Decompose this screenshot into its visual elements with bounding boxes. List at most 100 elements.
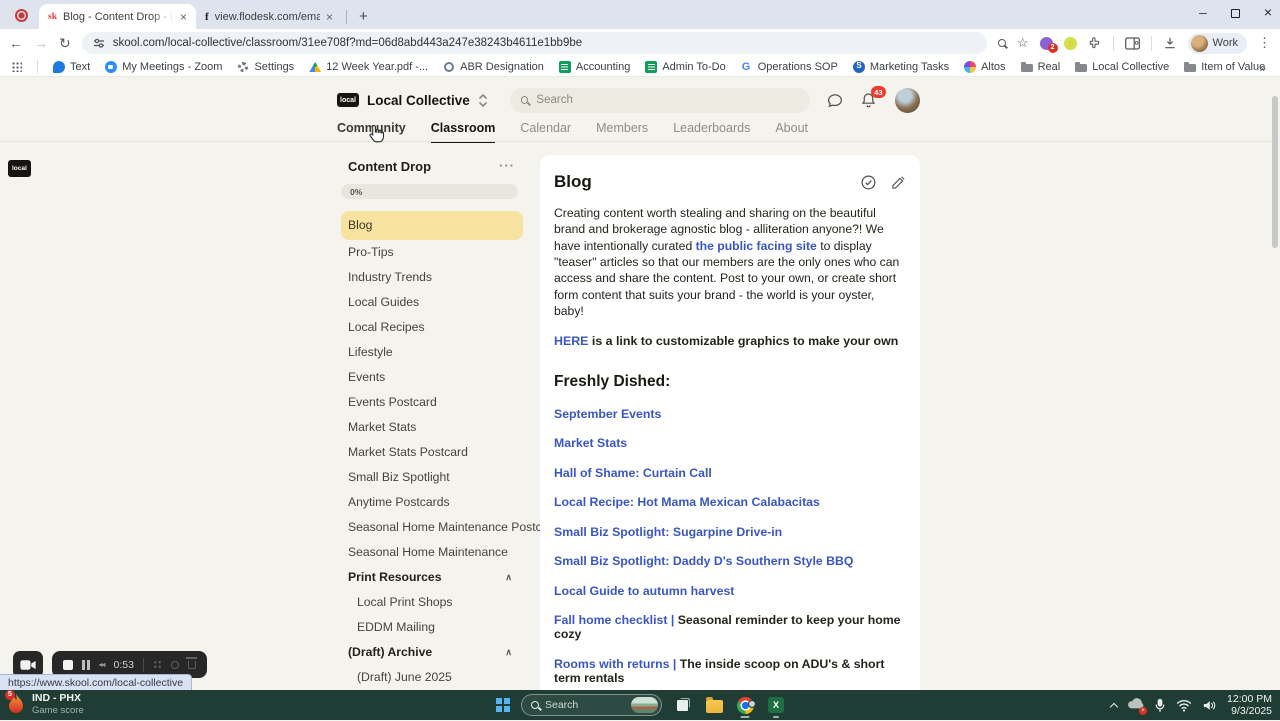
taskbar-clock[interactable]: 12:00 PM 9/3/2025 <box>1227 693 1272 718</box>
article-link[interactable]: Local Recipe: Hot Mama Mexican Calabacit… <box>554 495 820 509</box>
lesson-item[interactable]: Seasonal Home Maintenance <box>341 540 523 565</box>
bookmark-admin-to-do[interactable]: Admin To-Do <box>645 60 726 73</box>
bookmark-text[interactable]: Text <box>53 60 90 73</box>
bookmark-item-of-value[interactable]: Item of Value <box>1184 61 1265 73</box>
bookmark-operations-sop[interactable]: Operations SOP <box>741 61 838 73</box>
lesson-item[interactable]: Blog <box>341 211 523 240</box>
bookmark-abr-designation[interactable]: ABR Designation <box>443 61 544 73</box>
article-link[interactable]: Hall of Shame: Curtain Call <box>554 466 712 480</box>
start-button[interactable] <box>496 698 510 712</box>
lesson-item[interactable]: EDDM Mailing <box>341 615 523 640</box>
lesson-item[interactable]: (Draft) June 2025 <box>341 665 523 690</box>
browser-tab-inactive[interactable]: f view.flodesk.com/emails/68a6a <box>196 4 342 29</box>
lesson-item[interactable]: (Draft) Archive <box>341 640 523 665</box>
nav-tab[interactable]: About <box>775 121 808 143</box>
chrome-taskbar-button[interactable] <box>735 691 756 719</box>
lesson-item[interactable]: Events <box>341 365 523 390</box>
nav-tab[interactable]: Classroom <box>430 121 496 143</box>
bookmark-accounting[interactable]: Accounting <box>558 60 630 73</box>
lesson-item[interactable]: Anytime Postcards <box>341 490 523 515</box>
lesson-item[interactable]: Local Recipes <box>341 315 523 340</box>
bookmark-12-week-year-pdf[interactable]: 12 Week Year.pdf -... <box>309 61 428 73</box>
apps-grid-icon[interactable] <box>11 61 22 72</box>
pause-recording-icon[interactable] <box>82 659 90 670</box>
browser-profile-chip[interactable]: Work <box>1187 32 1247 54</box>
lesson-item[interactable]: Small Biz Spotlight <box>341 465 523 490</box>
task-view-button[interactable] <box>673 691 693 719</box>
article-link[interactable]: Small Biz Spotlight: Sugarpine Drive-in <box>554 525 782 539</box>
lesson-item[interactable]: Market Stats <box>341 415 523 440</box>
lesson-item[interactable]: Local Print Shops <box>341 590 523 615</box>
community-switcher-icon[interactable] <box>478 93 488 108</box>
bookmark-settings[interactable]: Settings <box>237 61 294 73</box>
lesson-item[interactable]: Local Guides <box>341 290 523 315</box>
taskbar-search-input[interactable] <box>545 699 623 711</box>
chat-button[interactable] <box>826 92 844 109</box>
bookmark-marketing-tasks[interactable]: Marketing Tasks <box>852 60 949 73</box>
community-name[interactable]: Local Collective <box>367 93 470 108</box>
here-link[interactable]: HERE <box>554 334 588 348</box>
lesson-item[interactable]: Market Stats Postcard <box>341 440 523 465</box>
reload-button[interactable]: ↻ <box>59 36 71 50</box>
site-settings-icon[interactable] <box>93 37 105 49</box>
wifi-icon[interactable] <box>1176 699 1192 712</box>
url-bar[interactable]: skool.com/local-collective/classroom/31e… <box>81 32 987 54</box>
bookmark-my-meetings-zoom[interactable]: My Meetings - Zoom <box>105 60 222 73</box>
tray-overflow-icon[interactable] <box>1109 702 1119 711</box>
maximize-button[interactable] <box>1230 8 1240 18</box>
user-avatar[interactable] <box>895 87 920 113</box>
taskbar-widget[interactable]: 5 IND - PHX Game score <box>5 690 84 716</box>
lesson-item[interactable]: Seasonal Home Maintenance Postcard <box>341 515 559 540</box>
close-tab-icon[interactable] <box>180 11 187 23</box>
notifications-button[interactable]: 43 <box>860 86 886 109</box>
extension-icon-purple[interactable]: 2 <box>1039 36 1058 53</box>
bookmark-altos[interactable]: Altos <box>964 60 1006 73</box>
excel-taskbar-button[interactable] <box>766 691 786 719</box>
page-scrollbar-thumb[interactable] <box>1272 96 1278 248</box>
community-search[interactable] <box>509 87 810 113</box>
article-link[interactable]: Small Biz Spotlight: Daddy D's Southern … <box>554 554 853 568</box>
course-menu-icon[interactable] <box>499 157 515 175</box>
bookmark-real[interactable]: Real <box>1020 61 1060 73</box>
close-window-button[interactable] <box>1264 4 1272 22</box>
nav-tab[interactable]: Calendar <box>520 121 571 143</box>
lesson-item[interactable]: Events Postcard <box>341 390 523 415</box>
mark-complete-icon[interactable] <box>860 174 877 191</box>
stop-recording-icon[interactable] <box>63 659 73 670</box>
search-highlight-image[interactable] <box>631 697 658 713</box>
nav-tab[interactable]: Members <box>596 121 648 143</box>
rewind-icon[interactable]: ◂◂ <box>99 660 106 669</box>
volume-icon[interactable] <box>1202 699 1217 712</box>
community-logo[interactable]: local <box>337 93 359 107</box>
zoom-page-icon[interactable] <box>997 39 1006 47</box>
floating-local-logo[interactable]: local <box>8 160 31 177</box>
article-link[interactable]: September Events <box>554 407 661 421</box>
nav-tab[interactable]: Leaderboards <box>673 121 750 143</box>
lesson-item[interactable]: Print Resources <box>341 565 523 590</box>
browser-tab-active[interactable]: sk Blog - Content Drop - Local <box>39 4 196 29</box>
public-site-link[interactable]: the public facing site <box>696 239 817 253</box>
article-link[interactable]: Fall home checklist | <box>554 613 678 627</box>
onedrive-status[interactable] <box>1127 696 1148 715</box>
bookmarks-overflow-icon[interactable] <box>1259 59 1266 77</box>
edit-pencil-icon[interactable] <box>891 175 906 190</box>
article-link[interactable]: Market Stats <box>554 436 627 450</box>
restart-icon[interactable] <box>170 660 179 669</box>
microphone-icon[interactable] <box>1154 698 1166 713</box>
delete-recording-icon[interactable] <box>186 657 198 669</box>
lesson-item[interactable]: Lifestyle <box>341 340 523 365</box>
side-panel-icon[interactable] <box>1124 36 1140 50</box>
close-tab-icon[interactable] <box>326 11 333 23</box>
article-link[interactable]: Local Guide to autumn harvest <box>554 584 734 598</box>
new-tab-button[interactable]: + <box>353 8 374 25</box>
taskbar-search[interactable] <box>521 694 662 716</box>
bookmark-local-collective[interactable]: Local Collective <box>1075 61 1169 73</box>
browser-menu-icon[interactable] <box>1258 34 1271 52</box>
file-explorer-button[interactable] <box>704 691 724 719</box>
minimize-button[interactable] <box>1199 4 1207 22</box>
bookmark-star-icon[interactable] <box>1017 34 1029 52</box>
article-link[interactable]: Rooms with returns | <box>554 657 680 671</box>
back-button[interactable]: ← <box>9 36 23 50</box>
lesson-item[interactable]: Pro-Tips <box>341 240 523 265</box>
extension-icon-yellow[interactable] <box>1063 36 1077 50</box>
